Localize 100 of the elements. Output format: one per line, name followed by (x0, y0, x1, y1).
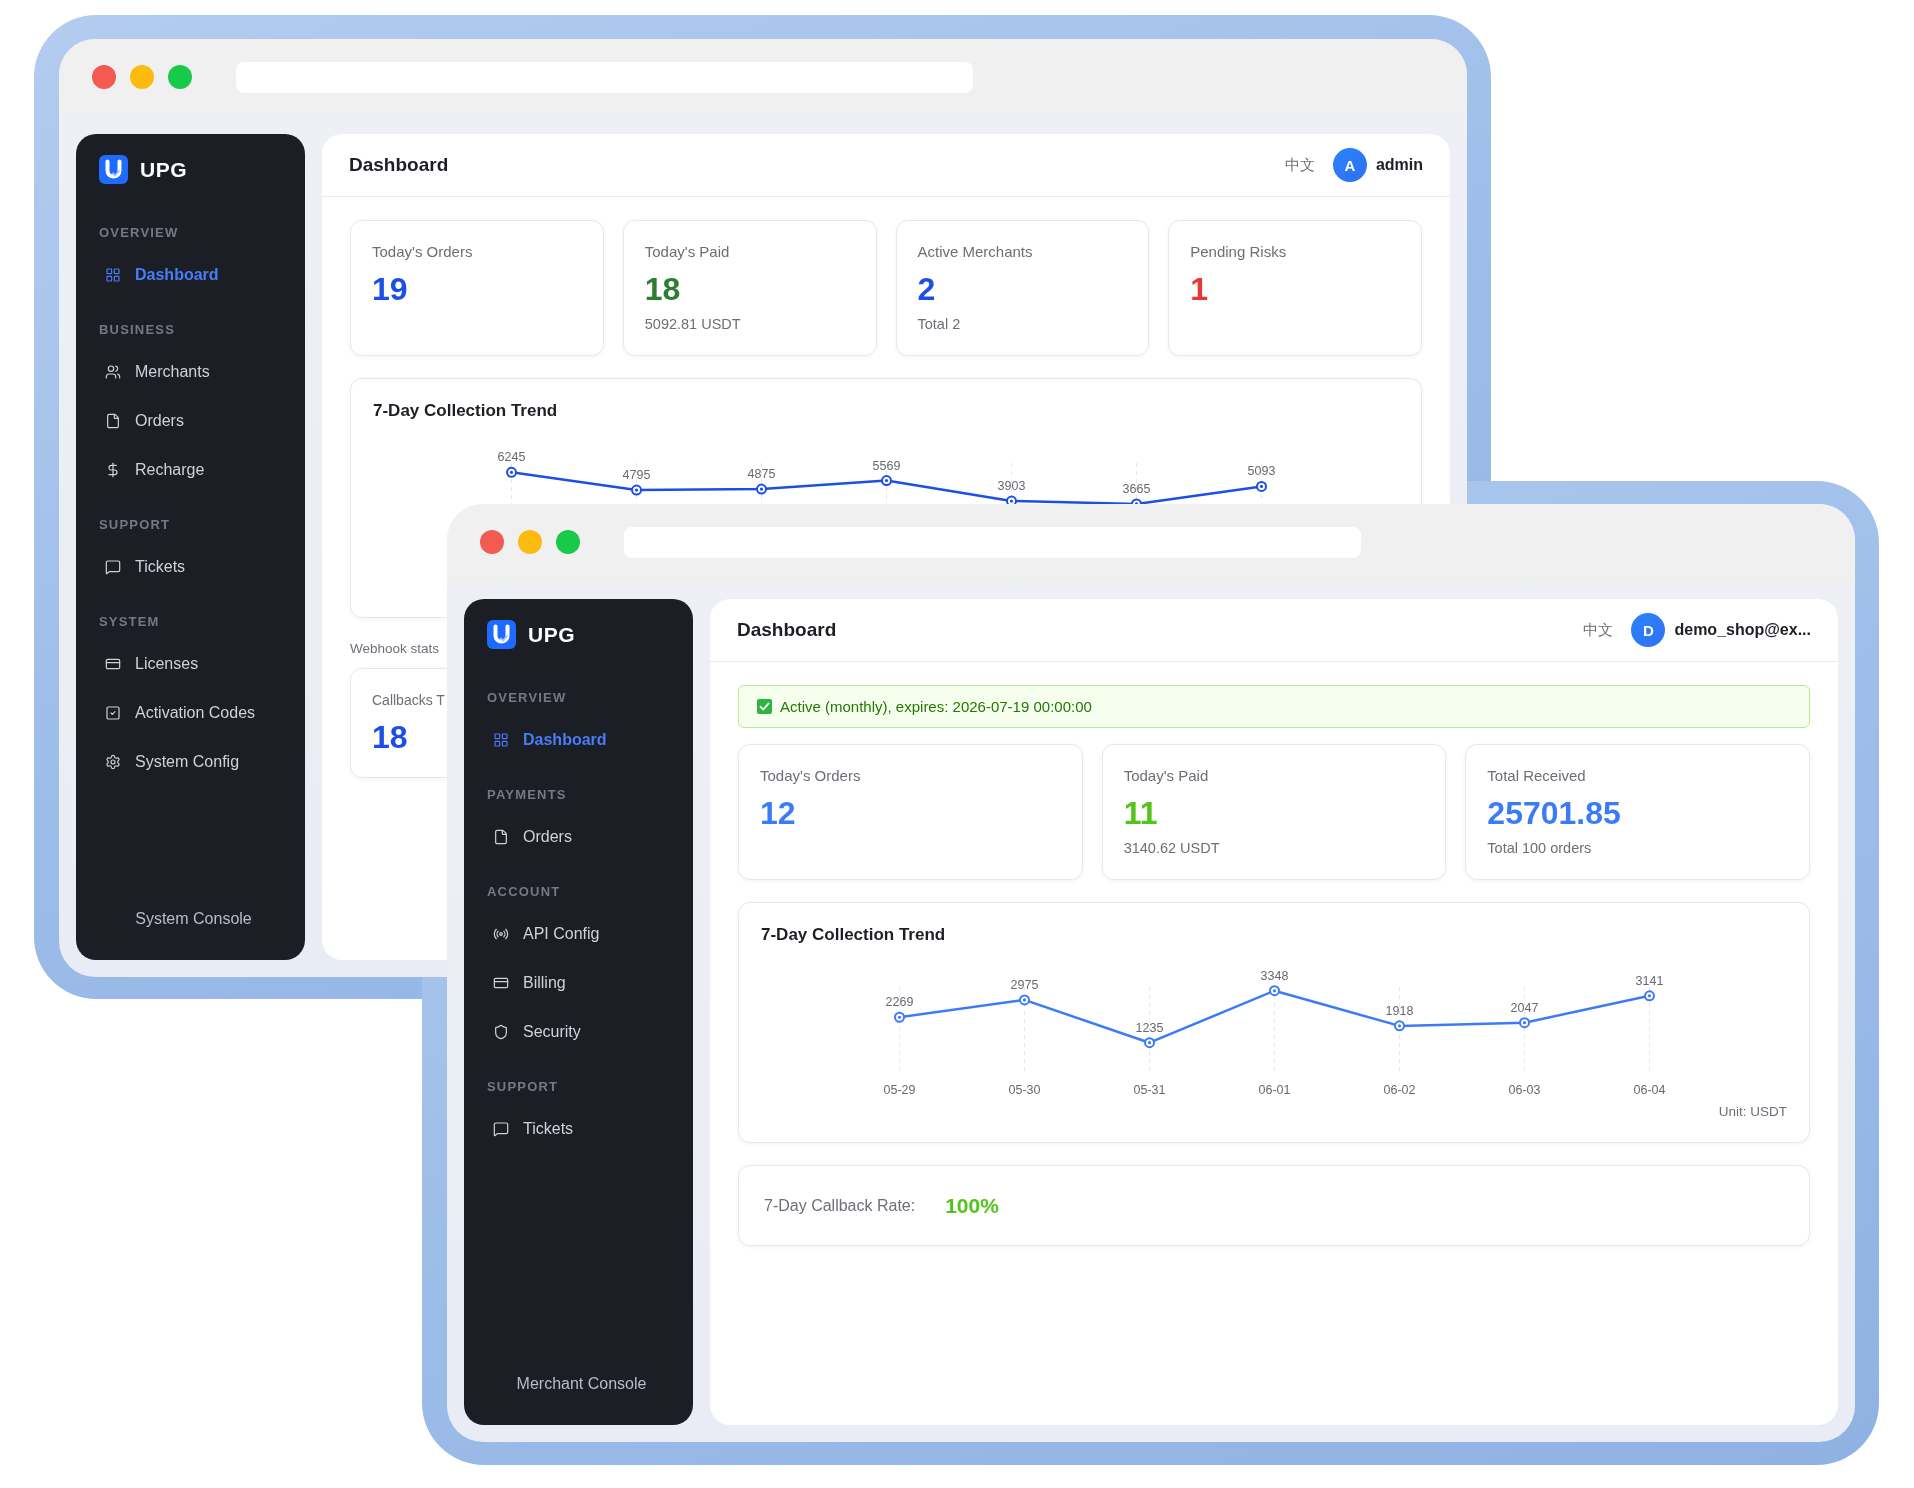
logo-icon (99, 155, 128, 184)
stat-label: Pending Risks (1190, 242, 1287, 262)
chart-title: 7-Day Collection Trend (373, 400, 558, 422)
data-point (1144, 1037, 1155, 1049)
unit-note: Unit: USDT (1718, 1103, 1787, 1121)
settings-icon (105, 753, 121, 770)
chart-title: 7-Day Collection Trend (761, 924, 946, 946)
stat-note: 3140.62 USDT (1123, 839, 1220, 858)
chat-bubble-icon (105, 558, 121, 575)
user-avatar: D (1631, 613, 1666, 647)
brand-name: UPG (528, 622, 575, 647)
brand-name: UPG (140, 157, 187, 182)
user-name: admin (1375, 156, 1423, 174)
data-point (1644, 990, 1655, 1002)
stat-value: 1 (1190, 270, 1209, 308)
status-text: Active (monthly), expires: 2026-07-19 00:00:00 (780, 698, 1092, 715)
stat-value: 2 (917, 270, 936, 308)
user-name: demo_shop@ex... (1674, 621, 1811, 639)
data-point (631, 484, 642, 496)
nav-section-label: OVERVIEW (487, 689, 567, 707)
nav-item[interactable]: Merchants (99, 351, 288, 392)
window-close-button[interactable] (480, 530, 504, 554)
data-label: 5093 (1247, 464, 1276, 479)
user-avatar: A (1332, 148, 1367, 182)
dollar-icon (105, 461, 121, 478)
stat-value: 12 (760, 794, 796, 832)
nav-section-label: ACCOUNT (487, 883, 561, 901)
axis-label: 05-31 (1133, 1083, 1166, 1097)
nav-item[interactable]: Activation Codes (99, 692, 288, 733)
data-label: 2047 (1510, 1000, 1539, 1015)
axis-label: 05-30 (1008, 1083, 1041, 1097)
file-icon (493, 828, 509, 845)
data-label: 4795 (622, 468, 651, 483)
file-icon (105, 412, 121, 429)
window-close-button[interactable] (92, 65, 116, 89)
nav-item[interactable]: Billing (487, 962, 676, 1003)
nav-item[interactable]: Orders (99, 400, 288, 441)
nav-section-label: BUSINESS (99, 321, 176, 339)
nav-section-label: SUPPORT (487, 1078, 559, 1096)
nav-item[interactable]: System Config (99, 741, 288, 782)
data-point (1019, 994, 1030, 1006)
stat-value: 11 (1123, 794, 1158, 832)
stat-label: Total Received (1487, 766, 1586, 786)
nav-section-label: PAYMENTS (487, 786, 567, 804)
console-label: Merchant Console (516, 1374, 647, 1394)
shield-icon (493, 1023, 509, 1040)
stat-label: Today's Orders (760, 766, 861, 786)
window-maximize-button[interactable] (556, 530, 580, 554)
nav-item[interactable]: Tickets (487, 1108, 676, 1149)
nav-section-label: OVERVIEW (99, 224, 179, 242)
data-label: 1235 (1135, 1020, 1164, 1035)
language-switch[interactable]: 中文 (1284, 155, 1315, 175)
data-label: 3665 (1122, 481, 1151, 496)
window-maximize-button[interactable] (168, 65, 192, 89)
stat-value: 18 (644, 270, 681, 308)
data-point (756, 483, 767, 495)
check-icon (757, 699, 772, 714)
data-point (1256, 480, 1267, 492)
stat-label: Today's Paid (644, 242, 730, 262)
data-label: 3348 (1260, 968, 1289, 983)
nav-item[interactable]: Orders (487, 816, 676, 857)
chat-bubble-icon (493, 1120, 509, 1137)
nav-item[interactable]: Licenses (99, 643, 288, 684)
grid-icon (493, 731, 509, 748)
window-minimize-button[interactable] (130, 65, 154, 89)
section-label: Webhook stats (350, 640, 440, 658)
data-point (1519, 1017, 1530, 1029)
nav-section-label: SUPPORT (99, 516, 171, 534)
nav-item[interactable]: API Config (487, 913, 676, 954)
data-point (506, 466, 517, 478)
nav-item[interactable]: Tickets (99, 546, 288, 587)
page-title: Dashboard (737, 619, 837, 641)
axis-label: 06-04 (1633, 1083, 1666, 1097)
data-label: 3141 (1635, 973, 1664, 988)
stat-label: Today's Orders (372, 242, 473, 262)
data-label: 1918 (1385, 1003, 1414, 1018)
stat-label: Active Merchants (917, 242, 1033, 262)
nav-item[interactable]: Security (487, 1011, 676, 1052)
check-square-icon (105, 704, 121, 721)
window-minimize-button[interactable] (518, 530, 542, 554)
data-label: 6245 (497, 450, 526, 465)
axis-label: 05-29 (883, 1083, 916, 1097)
stat-label: Callbacks T (372, 691, 445, 710)
nav-item[interactable]: Recharge (99, 449, 288, 490)
stat-value: 18 (372, 718, 408, 756)
data-point (881, 475, 892, 487)
stat-note: 5092.81 USDT (644, 315, 741, 334)
stat-label: Today's Paid (1123, 766, 1209, 786)
grid-icon (105, 266, 121, 283)
axis-label: 06-01 (1258, 1083, 1291, 1097)
nav-section-label: SYSTEM (99, 613, 160, 631)
callback-rate-label: 7-Day Callback Rate: (764, 1196, 916, 1215)
nav-item[interactable]: Dashboard (487, 719, 676, 760)
nav-item[interactable]: Dashboard (99, 254, 288, 295)
data-label: 2975 (1010, 977, 1039, 992)
data-label: 4875 (747, 467, 776, 482)
stat-note: Total 2 (917, 315, 961, 334)
axis-label: 06-02 (1383, 1083, 1416, 1097)
page-title: Dashboard (349, 154, 449, 176)
language-switch[interactable]: 中文 (1583, 620, 1614, 640)
